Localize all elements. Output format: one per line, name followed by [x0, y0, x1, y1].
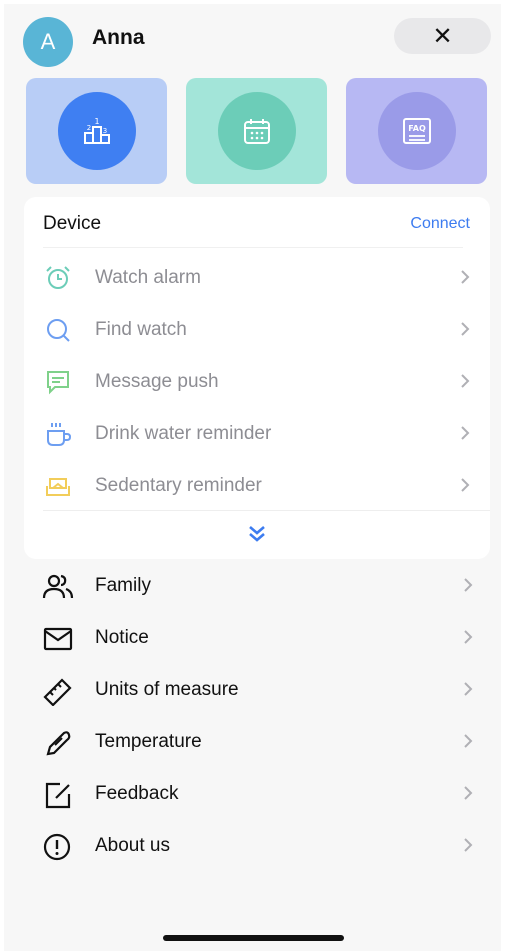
device-item-label: Drink water reminder: [95, 423, 272, 444]
device-item-label: Find watch: [95, 319, 187, 340]
settings-item-label: Temperature: [95, 731, 202, 752]
svg-text:2: 2: [86, 124, 90, 132]
device-title: Device: [43, 213, 102, 234]
profile-header: A Anna ✕: [4, 4, 501, 70]
device-item-label: Sedentary reminder: [95, 475, 262, 496]
edit-icon: [45, 782, 71, 809]
ranking-tile[interactable]: 1 2 3: [26, 78, 167, 184]
search-icon: [47, 319, 70, 342]
chevron-right-icon: [461, 270, 470, 284]
message-icon: [47, 371, 69, 395]
avatar-letter: A: [40, 29, 56, 54]
faq-icon: FAQ: [402, 118, 431, 144]
podium-ranking-icon: 1 2 3: [83, 117, 110, 144]
chevron-right-icon: [464, 734, 473, 748]
calendar-tile[interactable]: [186, 78, 327, 184]
device-item-label: Message push: [95, 371, 219, 392]
side-menu-screen: A Anna ✕ 1 2 3 FAQ Device Connect Watch …: [4, 4, 501, 951]
settings-item-about-us[interactable]: About us: [4, 820, 501, 872]
settings-item-label: Units of measure: [95, 679, 239, 700]
seat-icon: [46, 478, 70, 496]
cup-icon: [47, 423, 72, 446]
chevron-right-icon: [464, 682, 473, 696]
info-exclamation-icon: [43, 833, 71, 861]
settings-item-label: Family: [95, 575, 151, 596]
envelope-icon: [43, 627, 73, 651]
settings-item-temperature[interactable]: Temperature: [4, 716, 501, 768]
chevron-right-icon: [464, 838, 473, 852]
faq-tile[interactable]: FAQ: [346, 78, 487, 184]
chevron-right-icon: [464, 786, 473, 800]
device-card: Device Connect Watch alarm Find watch Me…: [24, 197, 490, 559]
device-item-drink-water-reminder[interactable]: Drink water reminder: [24, 408, 490, 460]
settings-item-notice[interactable]: Notice: [4, 612, 501, 664]
family-icon: [42, 574, 74, 599]
chevron-right-icon: [461, 478, 470, 492]
settings-item-family[interactable]: Family: [4, 560, 501, 612]
svg-text:1: 1: [94, 117, 99, 126]
username[interactable]: Anna: [92, 26, 145, 50]
device-item-label: Watch alarm: [95, 267, 201, 288]
device-item-sedentary-reminder[interactable]: Sedentary reminder: [24, 460, 490, 512]
ranking-tile-circle: 1 2 3: [57, 92, 136, 170]
settings-item-label: Notice: [95, 627, 149, 648]
close-icon: ✕: [432, 22, 453, 50]
calendar-tile-circle: [217, 92, 296, 170]
chevron-right-icon: [464, 578, 473, 592]
feather-pen-icon: [46, 731, 71, 756]
svg-text:3: 3: [102, 127, 106, 135]
connect-link[interactable]: Connect: [410, 215, 470, 233]
divider: [43, 510, 490, 511]
svg-text:FAQ: FAQ: [408, 124, 426, 133]
settings-item-units-of-measure[interactable]: Units of measure: [4, 664, 501, 716]
divider: [43, 247, 463, 248]
settings-item-label: Feedback: [95, 783, 179, 804]
chevron-right-icon: [461, 322, 470, 336]
device-item-watch-alarm[interactable]: Watch alarm: [24, 252, 490, 304]
ruler-icon: [43, 678, 72, 706]
device-item-find-watch[interactable]: Find watch: [24, 304, 490, 356]
settings-item-label: About us: [95, 835, 170, 856]
chevron-right-icon: [461, 426, 470, 440]
chevron-right-icon: [464, 630, 473, 644]
device-item-message-push[interactable]: Message push: [24, 356, 490, 408]
settings-item-feedback[interactable]: Feedback: [4, 768, 501, 820]
faq-tile-circle: FAQ: [377, 92, 456, 170]
avatar[interactable]: A: [23, 17, 73, 67]
alarm-clock-icon: [46, 266, 70, 289]
double-chevron-down-icon[interactable]: [245, 523, 269, 545]
chevron-right-icon: [461, 374, 470, 388]
home-indicator[interactable]: [163, 935, 344, 941]
close-button[interactable]: ✕: [394, 18, 491, 54]
calendar-icon: [243, 119, 270, 144]
